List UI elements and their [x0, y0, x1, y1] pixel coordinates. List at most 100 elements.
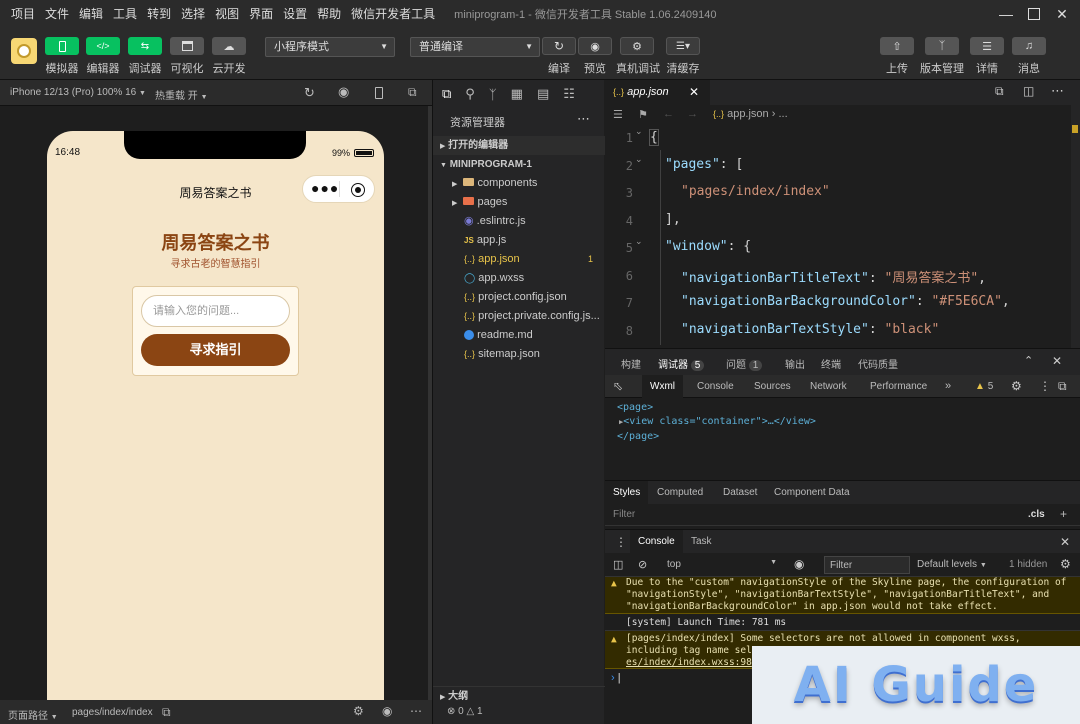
menu-file[interactable]: 文件	[40, 0, 74, 28]
hot-reload-toggle[interactable]: 热重载 开 ▼	[155, 87, 208, 102]
cloud-button[interactable]: ☁	[212, 37, 246, 55]
cloud-db-icon[interactable]: ☷	[563, 86, 575, 102]
kebab-icon[interactable]: ⋮	[1039, 379, 1051, 393]
layout-icon[interactable]: ◫	[1023, 84, 1034, 98]
device-icon[interactable]	[375, 87, 383, 99]
menu-view[interactable]: 视图	[210, 0, 244, 28]
tab-dataset[interactable]: Dataset	[723, 487, 757, 498]
simulator-button[interactable]	[45, 37, 79, 55]
close-icon[interactable]: ✕	[1052, 354, 1062, 368]
bookmark-icon[interactable]: ⚑	[638, 108, 648, 121]
file-row[interactable]: JS app.js	[433, 231, 605, 250]
tab-debugger[interactable]: 调试器 5	[658, 356, 705, 371]
breadcrumb-file[interactable]: {..} app.json › ...	[713, 108, 788, 120]
files-icon[interactable]: ⧉	[442, 86, 451, 102]
more-icon[interactable]: ⋯	[577, 111, 590, 127]
outline-section[interactable]: ▶ 大纲	[433, 686, 605, 705]
preview-button[interactable]: ◉	[578, 37, 612, 55]
visual-button[interactable]	[170, 37, 204, 55]
wxml-view-node[interactable]: ▶<view class="container">…</view>	[619, 416, 816, 427]
fold-icon[interactable]: ⌄	[635, 154, 643, 165]
tab-output[interactable]: 输出	[785, 356, 805, 371]
close-icon[interactable]: ✕	[689, 85, 699, 99]
file-row[interactable]: ▶ pages	[433, 193, 605, 212]
tab-issues[interactable]: 问题 1	[726, 356, 763, 371]
menu-project[interactable]: 项目	[6, 0, 40, 28]
real-debug-button[interactable]: ⚙	[620, 37, 654, 55]
tab-console[interactable]: Console	[697, 381, 734, 392]
levels-select[interactable]: Default levels ▼	[917, 559, 987, 570]
menu-help[interactable]: 帮助	[312, 0, 346, 28]
clear-console-icon[interactable]: ⊘	[638, 558, 647, 571]
menu-interface[interactable]: 界面	[244, 0, 278, 28]
wxml-page-close[interactable]: </page>	[617, 431, 659, 442]
rotate-icon[interactable]: ↻	[304, 85, 315, 101]
file-row[interactable]: {..} project.config.json	[433, 288, 605, 307]
tab-network[interactable]: Network	[810, 381, 847, 392]
details-button[interactable]: ☰	[970, 37, 1004, 55]
fold-icon[interactable]: ⌄	[635, 236, 643, 247]
search-icon[interactable]: ⚲	[465, 86, 475, 102]
upload-button[interactable]: ⇧	[880, 37, 914, 55]
file-row[interactable]: {..} sitemap.json	[433, 345, 605, 364]
device-select[interactable]: iPhone 12/13 (Pro) 100% 16 ▼	[10, 87, 146, 98]
messages-button[interactable]: ♫	[1012, 37, 1046, 55]
tab-styles[interactable]: Styles	[605, 481, 649, 505]
tab-computed[interactable]: Computed	[657, 487, 703, 498]
context-select[interactable]: top ▼	[667, 559, 777, 570]
extensions-icon[interactable]: ▦	[511, 86, 523, 102]
avatar[interactable]	[11, 38, 37, 64]
drawer-tab-task[interactable]: Task	[691, 536, 712, 547]
project-section[interactable]: ▼ MINIPROGRAM-1	[433, 155, 605, 174]
menu-goto[interactable]: 转到	[142, 0, 176, 28]
question-input[interactable]: 请输入您的问题...	[141, 295, 290, 327]
file-row[interactable]: {..} app.json 1	[433, 250, 605, 269]
more-icon[interactable]: ⋯	[1051, 83, 1064, 99]
more-icon[interactable]: ●●●	[311, 180, 339, 196]
kebab-icon[interactable]: ⋮	[615, 535, 627, 549]
close-icon[interactable]: ✕	[1060, 535, 1070, 549]
collapse-icon[interactable]: ⌃	[1024, 354, 1033, 367]
file-row[interactable]: readme.md	[433, 326, 605, 345]
tab-component-data[interactable]: Component Data	[774, 487, 850, 498]
styles-filter-input[interactable]: Filter	[613, 509, 635, 520]
open-editors-section[interactable]: ▶ 打开的编辑器	[433, 136, 605, 155]
tab-performance[interactable]: Performance	[870, 381, 927, 392]
add-rule-icon[interactable]: +	[1060, 507, 1067, 521]
console-prompt[interactable]: › |	[611, 672, 621, 684]
forward-icon[interactable]: →	[687, 108, 698, 120]
debugger-button[interactable]: ⇆	[128, 37, 162, 55]
editor-tab[interactable]: {..} app.json ✕	[605, 80, 710, 105]
copy-icon[interactable]: ⧉	[162, 705, 171, 720]
file-row[interactable]: {..} project.private.config.js...	[433, 307, 605, 326]
tab-code-quality[interactable]: 代码质量	[858, 356, 898, 371]
compile-select[interactable]: 普通编译 ▼	[410, 37, 540, 57]
stop-icon[interactable]: ◉	[338, 84, 349, 100]
cls-toggle[interactable]: .cls	[1028, 509, 1045, 520]
page-path-select[interactable]: 页面路径 ▼	[8, 707, 58, 722]
eye-icon[interactable]: ◉	[382, 704, 392, 718]
debug-panel-icon[interactable]: ▤	[537, 86, 549, 102]
popout-icon[interactable]: ⧉	[408, 85, 417, 100]
list-icon[interactable]: ☰	[613, 108, 623, 121]
sidebar-toggle-icon[interactable]: ◫	[613, 558, 623, 571]
eye-icon[interactable]: ◉	[794, 557, 804, 571]
more-icon[interactable]: ⋯	[410, 704, 422, 718]
inspect-icon[interactable]: ⬁	[613, 379, 623, 393]
warnings-indicator[interactable]: ▲ 5	[975, 381, 993, 392]
version-button[interactable]: ᛉ	[925, 37, 959, 55]
console-source-link[interactable]: es/index/index.wxss:98	[626, 657, 752, 668]
menu-settings[interactable]: 设置	[278, 0, 312, 28]
menu-select[interactable]: 选择	[176, 0, 210, 28]
menu-edit[interactable]: 编辑	[74, 0, 108, 28]
problems-indicator[interactable]: ⊗ 0 △ 1	[447, 706, 483, 717]
close-window-icon[interactable]: ✕	[1044, 0, 1080, 28]
wxml-page-open[interactable]: <page>	[617, 402, 653, 413]
editor-button[interactable]: </>	[86, 37, 120, 55]
tab-terminal[interactable]: 终端	[821, 356, 841, 371]
file-row[interactable]: ◉ .eslintrc.js	[433, 212, 605, 231]
clear-cache-button[interactable]: ☰▾	[666, 37, 700, 55]
compile-button[interactable]: ↻	[542, 37, 576, 55]
mode-select[interactable]: 小程序模式 ▼	[265, 37, 395, 57]
bug-icon[interactable]: ⚙	[353, 704, 364, 718]
